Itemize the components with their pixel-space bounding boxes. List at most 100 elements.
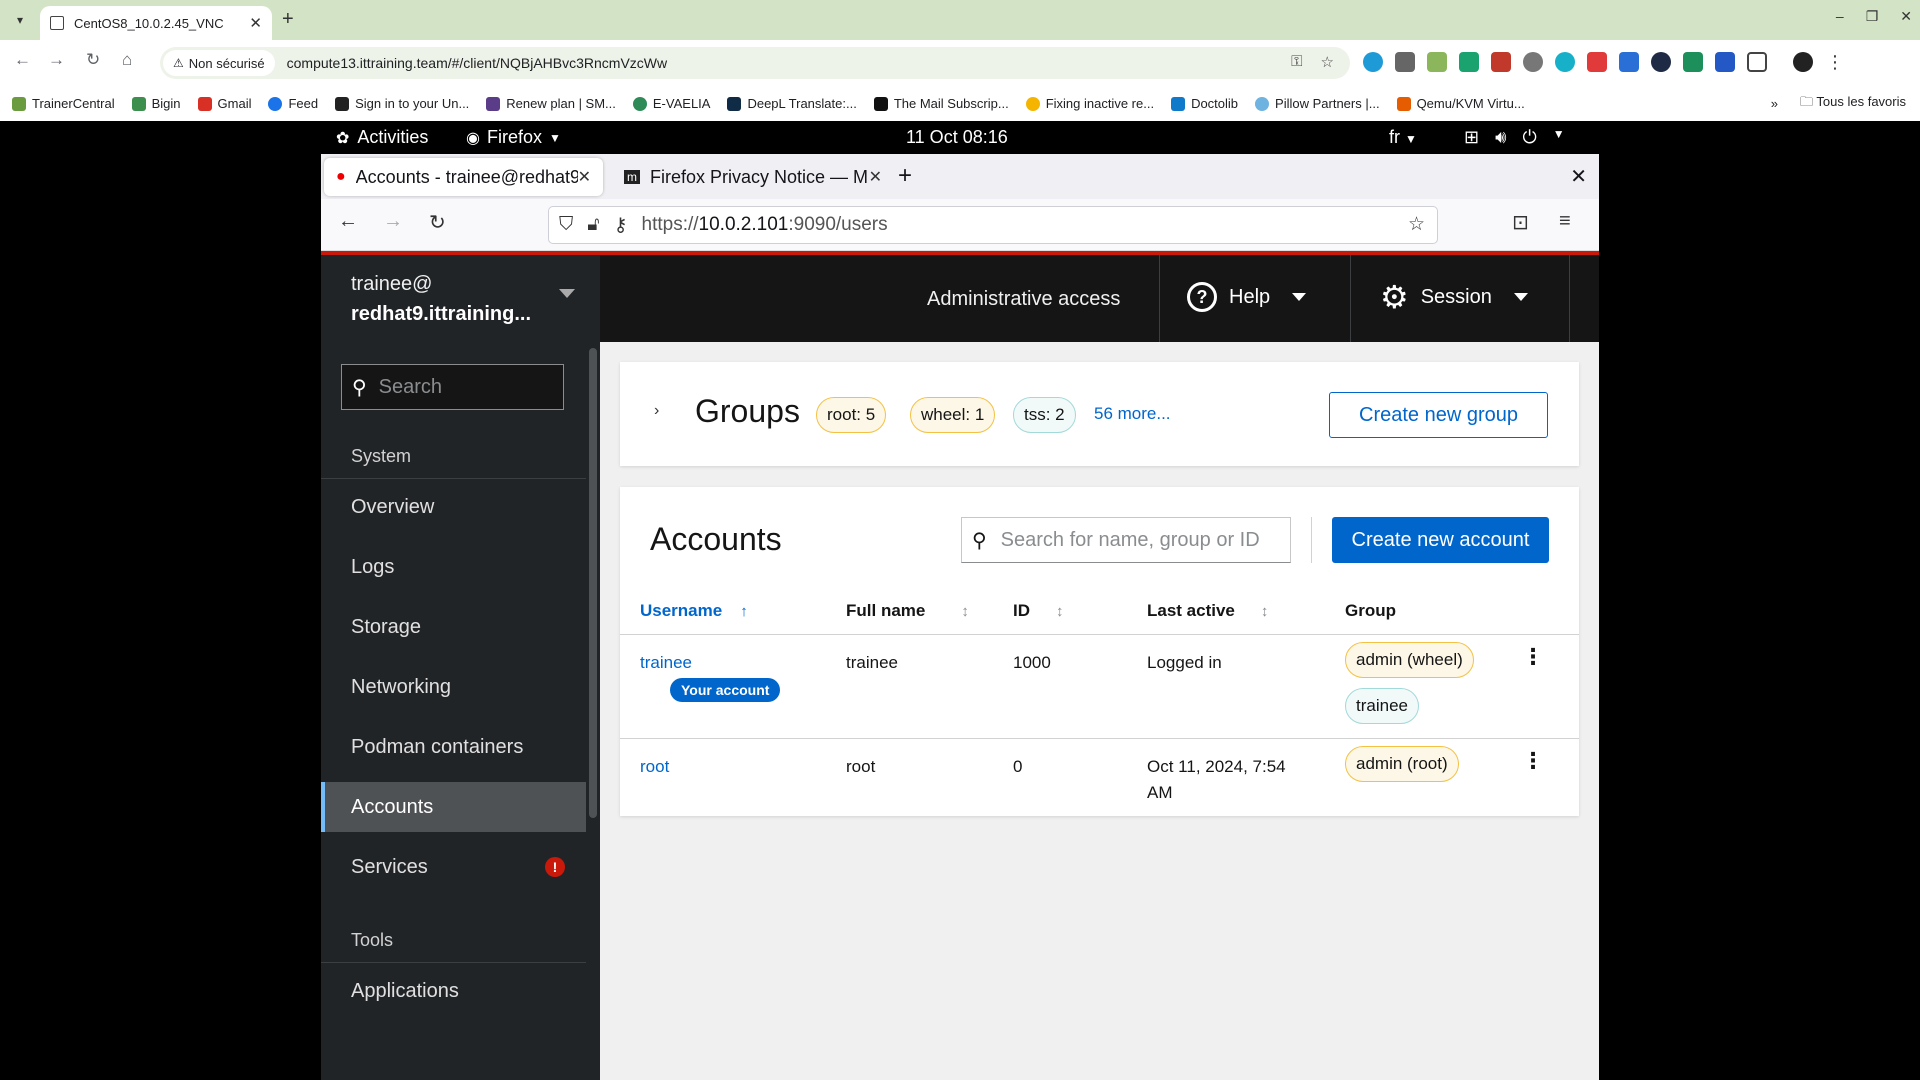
clock[interactable]: 11 Oct 08:16 xyxy=(906,127,1008,148)
all-bookmarks[interactable]: 🗀 Tous les favoris xyxy=(1800,93,1906,115)
minimize-icon[interactable]: – xyxy=(1836,8,1844,25)
group-chip-tss[interactable]: tss: 2 xyxy=(1013,397,1076,433)
bookmark-item[interactable]: TrainerCentral xyxy=(12,96,115,111)
password-key-icon[interactable]: ⚿ xyxy=(1291,53,1302,71)
sidebar-item-logs[interactable]: Logs xyxy=(321,542,586,592)
firefox-tab-accounts[interactable]: ● Accounts - trainee@redhat9 ✕ xyxy=(324,158,603,196)
sidebar-item-networking[interactable]: Networking xyxy=(321,662,586,712)
shield-icon[interactable]: ⛉ xyxy=(559,214,573,237)
translate-extension-icon[interactable] xyxy=(1715,52,1735,72)
reload-icon[interactable]: ↻ xyxy=(429,210,446,235)
bookmark-item[interactable]: Doctolib xyxy=(1171,96,1238,111)
chevron-right-icon[interactable]: › xyxy=(654,402,659,420)
extensions-puzzle-icon[interactable] xyxy=(1747,52,1767,72)
tab-search-chevron-icon[interactable]: ▾ xyxy=(10,10,30,30)
key-icon[interactable]: ⚷ xyxy=(614,214,628,237)
sidebar-item-applications[interactable]: Applications xyxy=(321,966,586,1016)
app-menu-label: Firefox xyxy=(486,127,542,147)
close-tab-icon[interactable]: ✕ xyxy=(578,167,591,187)
more-bookmarks-icon[interactable]: » xyxy=(1771,96,1778,111)
host-switcher[interactable]: trainee@ redhat9.ittraining... xyxy=(321,255,600,342)
column-header-full-name[interactable]: Full name ↕ xyxy=(846,601,969,621)
home-icon[interactable]: ⌂ xyxy=(122,50,132,70)
back-icon[interactable]: ← xyxy=(14,50,31,70)
extension-icon[interactable] xyxy=(1395,52,1415,72)
session-menu[interactable]: ⚙ Session xyxy=(1380,281,1528,313)
row-actions-kebab-icon[interactable]: ⋮ xyxy=(1522,644,1544,670)
reload-icon[interactable]: ↻ xyxy=(86,50,100,70)
chrome-address-bar[interactable]: ⚠ Non sécurisé compute13.ittraining.team… xyxy=(160,47,1350,79)
extension-icon[interactable] xyxy=(1459,52,1479,72)
extension-icon[interactable] xyxy=(1587,52,1607,72)
group-chip-wheel[interactable]: wheel: 1 xyxy=(910,397,996,433)
group-chip-root[interactable]: root: 5 xyxy=(816,397,887,433)
close-window-icon[interactable]: ✕ xyxy=(1900,8,1912,25)
create-new-group-button[interactable]: Create new group xyxy=(1329,392,1548,438)
bookmark-star-icon[interactable]: ☆ xyxy=(1408,213,1425,236)
column-header-id[interactable]: ID ↕ xyxy=(1013,601,1064,621)
username-link-root[interactable]: root xyxy=(640,757,669,777)
extension-icon[interactable] xyxy=(1491,52,1511,72)
sidebar-item-storage[interactable]: Storage xyxy=(321,602,586,652)
sidebar-item-overview[interactable]: Overview xyxy=(321,482,586,532)
security-chip[interactable]: ⚠ Non sécurisé xyxy=(163,50,275,76)
column-header-username[interactable]: Username ↑ xyxy=(640,601,748,621)
bookmark-item[interactable]: Feed xyxy=(268,96,318,111)
bookmark-item[interactable]: DeepL Translate:... xyxy=(727,96,857,111)
profile-avatar[interactable] xyxy=(1793,52,1813,72)
accounts-search-input[interactable]: ⚲ Search for name, group or ID xyxy=(961,517,1291,563)
forward-icon[interactable]: → xyxy=(48,50,65,70)
extension-icon[interactable] xyxy=(1427,52,1447,72)
bookmark-item[interactable]: E-VAELIA xyxy=(632,96,710,111)
forward-icon[interactable]: → xyxy=(383,210,403,233)
pocket-icon[interactable]: ⊡ xyxy=(1512,210,1529,235)
sidebar-scrollbar[interactable] xyxy=(589,348,597,818)
input-language[interactable]: fr ▼ xyxy=(1389,127,1417,148)
extension-icon[interactable] xyxy=(1619,52,1639,72)
sidebar-item-podman[interactable]: Podman containers xyxy=(321,722,586,772)
extension-icon[interactable] xyxy=(1651,52,1671,72)
bookmark-star-icon[interactable]: ☆ xyxy=(1321,53,1334,71)
app-menu[interactable]: ◉ Firefox ▼ xyxy=(466,127,561,148)
extension-icon[interactable] xyxy=(1555,52,1575,72)
new-tab-icon[interactable]: + xyxy=(898,162,912,190)
lock-icon[interactable]: 🔓︎ xyxy=(587,214,599,237)
bookmark-item[interactable]: The Mail Subscrip... xyxy=(873,96,1009,111)
help-menu[interactable]: ? Help xyxy=(1187,282,1307,312)
firefox-tab-privacy[interactable]: m Firefox Privacy Notice — M ✕ xyxy=(612,158,894,196)
bookmark-item[interactable]: Qemu/KVM Virtu... xyxy=(1396,96,1525,111)
administrative-access-button[interactable]: Administrative access xyxy=(927,288,1120,311)
extension-icon[interactable] xyxy=(1523,52,1543,72)
bookmark-item[interactable]: Pillow Partners |... xyxy=(1255,96,1380,111)
chrome-tab-active[interactable]: CentOS8_10.0.2.45_VNC ✕ xyxy=(40,6,272,40)
row-actions-kebab-icon[interactable]: ⋮ xyxy=(1522,748,1544,774)
skype-extension-icon[interactable] xyxy=(1363,52,1383,72)
close-tab-icon[interactable]: ✕ xyxy=(249,14,262,32)
hamburger-menu-icon[interactable]: ≡ xyxy=(1559,210,1571,233)
chrome-menu-icon[interactable]: ⋮ xyxy=(1825,52,1845,72)
new-tab-icon[interactable]: + xyxy=(282,8,294,31)
sidebar-item-accounts[interactable]: Accounts xyxy=(321,782,586,832)
create-new-account-button[interactable]: Create new account xyxy=(1332,517,1549,563)
extension-icon[interactable] xyxy=(1683,52,1703,72)
system-menu[interactable]: ⊞ 🔊︎ ⏻ ▼ xyxy=(1464,127,1565,148)
bookmark-label: Pillow Partners |... xyxy=(1275,96,1380,111)
column-label: Group xyxy=(1345,601,1396,620)
sidebar-search-input[interactable]: ⚲ Search xyxy=(341,364,564,410)
bookmark-item[interactable]: Gmail xyxy=(197,96,251,111)
restore-icon[interactable]: ❐ xyxy=(1866,8,1879,25)
bookmark-item[interactable]: Renew plan | SM... xyxy=(486,96,616,111)
close-tab-icon[interactable]: ✕ xyxy=(869,167,882,187)
close-window-icon[interactable]: ✕ xyxy=(1570,164,1587,189)
bookmark-item[interactable]: Fixing inactive re... xyxy=(1025,96,1154,111)
more-groups-link[interactable]: 56 more... xyxy=(1094,404,1171,424)
activities-button[interactable]: ✿ Activities xyxy=(336,127,428,148)
username-link-trainee[interactable]: trainee xyxy=(640,653,692,673)
bookmark-item[interactable]: Bigin xyxy=(131,96,181,111)
full-name-cell: trainee xyxy=(846,653,898,672)
firefox-url-bar[interactable]: ⛉ 🔓︎ ⚷ https://10.0.2.101:9090/users ☆ xyxy=(548,206,1438,244)
sidebar-item-services[interactable]: Services ! xyxy=(321,842,586,892)
back-icon[interactable]: ← xyxy=(338,210,358,233)
column-header-last-active[interactable]: Last active ↕ xyxy=(1147,601,1268,621)
bookmark-item[interactable]: Sign in to your Un... xyxy=(335,96,469,111)
